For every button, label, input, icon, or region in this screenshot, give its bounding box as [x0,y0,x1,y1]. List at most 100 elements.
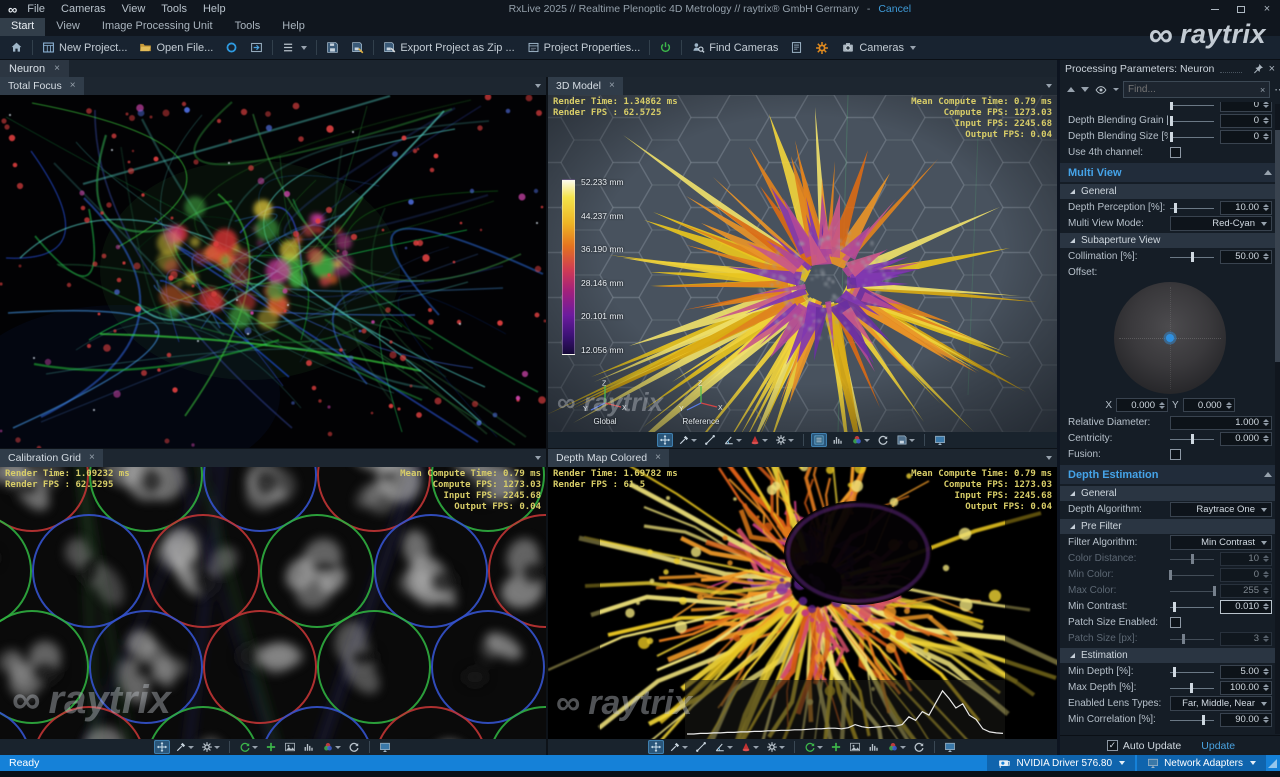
spin-up-icon[interactable] [1263,668,1269,671]
slider-handle[interactable] [1182,634,1185,644]
centricity-spinbox[interactable]: 0.000 [1220,432,1272,446]
multi-view-general-group-header[interactable]: General [1060,184,1280,199]
offset-handle[interactable] [1166,334,1174,342]
min-contrast-spinbox[interactable]: 0.010 [1220,600,1272,614]
slider-handle[interactable] [1190,683,1193,693]
refresh-view-button[interactable] [346,740,362,754]
tab-total-focus[interactable]: Total Focus × [0,77,84,95]
min-correlation-spinbox[interactable]: 90.00 [1220,713,1272,727]
rotate-view-button[interactable] [802,740,825,754]
save-as-button[interactable] [345,39,370,56]
document-tab-neuron[interactable]: Neuron × [0,60,69,77]
min-correlation-slider[interactable] [1170,714,1214,726]
clear-find-icon[interactable]: × [1260,85,1265,95]
auto-update-checkbox[interactable]: ✓ [1107,740,1118,751]
slider-handle[interactable] [1191,434,1194,444]
spin-up-icon[interactable] [1159,402,1165,405]
resize-grip[interactable] [1266,755,1280,771]
spin-down-icon[interactable] [1263,137,1269,140]
min-color-slider[interactable] [1170,569,1214,581]
spin-up-icon[interactable] [1263,419,1269,422]
network-adapters-button[interactable]: Network Adapters [1137,755,1266,771]
refresh-view-button[interactable] [911,740,927,754]
spin-down-icon[interactable] [1263,257,1269,260]
spin-up-icon[interactable] [1263,684,1269,687]
fusion-checkbox[interactable] [1170,449,1181,460]
spin-up-icon[interactable] [1263,587,1269,590]
ribbon-tab-help[interactable]: Help [271,18,316,36]
color-mode-button[interactable] [849,433,872,447]
spin-down-icon[interactable] [1263,208,1269,211]
cancel-link[interactable]: Cancel [878,3,911,15]
slider-handle[interactable] [1174,203,1177,213]
rotate-view-button[interactable] [237,740,260,754]
find-previous-button[interactable] [1067,87,1075,92]
spin-up-icon[interactable] [1263,635,1269,638]
refresh-view-button[interactable] [875,433,891,447]
slider-handle[interactable] [1213,586,1216,596]
tab-overflow-button[interactable] [535,84,541,88]
find-next-button[interactable] [1081,87,1089,92]
total-focus-canvas[interactable] [0,95,546,448]
minimize-button[interactable] [1202,0,1228,18]
maximize-button[interactable] [1228,0,1254,18]
menu-cameras[interactable]: Cameras [61,3,106,15]
filter-cone-tool-button[interactable] [747,433,770,447]
max-depth-spinbox[interactable]: 100.00 [1220,681,1272,695]
collimation-slider[interactable] [1170,251,1214,263]
spin-up-icon[interactable] [1263,204,1269,207]
spin-up-icon[interactable] [1263,117,1269,120]
tab-overflow-button[interactable] [1046,84,1052,88]
max-color-slider[interactable] [1170,585,1214,597]
spin-down-icon[interactable] [1226,406,1232,409]
close-tab-icon[interactable]: × [89,453,95,463]
measure-line-tool-button[interactable] [693,740,709,754]
slider-handle[interactable] [1170,132,1173,142]
patch-size-enabled-checkbox[interactable] [1170,617,1181,628]
depth-perception-spinbox[interactable]: 10.00 [1220,201,1272,215]
home-button[interactable] [4,39,29,56]
spin-up-icon[interactable] [1263,435,1269,438]
depth-algorithm-combo[interactable]: Raytrace One [1170,502,1272,517]
use-4th-channel-checkbox[interactable] [1170,147,1181,158]
color-mode-button[interactable] [885,740,908,754]
menu-view[interactable]: View [122,3,146,15]
update-button[interactable]: Update [1201,740,1235,752]
pan-tool-button[interactable] [657,433,673,447]
spin-down-icon[interactable] [1263,559,1269,562]
multi-view-section-header[interactable]: Multi View [1060,163,1280,182]
more-options-button[interactable]: ⋯ [1274,83,1280,96]
ribbon-tab-start[interactable]: Start [0,18,45,36]
measure-angle-tool-button[interactable] [721,433,744,447]
cameras-button[interactable]: Cameras [835,39,922,56]
spin-down-icon[interactable] [1263,688,1269,691]
spin-down-icon[interactable] [1263,439,1269,442]
color-distance-slider[interactable] [1170,553,1214,565]
min-depth-slider[interactable] [1170,666,1214,678]
pre-filter-group-header[interactable]: Pre Filter [1060,519,1280,534]
depth-map-canvas[interactable]: Render Time: 1.69782 msRender FPS : 61.5… [548,467,1057,739]
estimation-group-header[interactable]: Estimation [1060,648,1280,663]
depth-blending-grain-slider[interactable] [1170,115,1214,127]
min-color-spinbox[interactable]: 0 [1220,568,1272,582]
close-tab-icon[interactable]: × [655,453,661,463]
close-button[interactable]: × [1254,0,1280,18]
record-ring-button[interactable] [219,39,244,56]
patch-size-slider[interactable] [1170,633,1214,645]
menu-tools[interactable]: Tools [161,3,187,15]
color-mode-button[interactable] [320,740,343,754]
spin-down-icon[interactable] [1263,423,1269,426]
patch-size-spinbox[interactable]: 3 [1220,632,1272,646]
subaperture-view-group-header[interactable]: Subaperture View [1060,233,1280,248]
pin-button[interactable] [1253,63,1264,74]
min-depth-spinbox[interactable]: 5.00 [1220,665,1272,679]
offset-x-spinbox[interactable]: 0.000 [1116,398,1168,412]
new-project-button[interactable]: New Project... [36,39,133,56]
min-contrast-slider[interactable] [1170,601,1214,613]
slider-handle[interactable] [1173,602,1176,612]
spin-down-icon[interactable] [1263,672,1269,675]
ribbon-tab-view[interactable]: View [45,18,91,36]
import-project-button[interactable] [244,39,269,56]
spin-down-icon[interactable] [1159,406,1165,409]
histogram-view-button[interactable] [866,740,882,754]
